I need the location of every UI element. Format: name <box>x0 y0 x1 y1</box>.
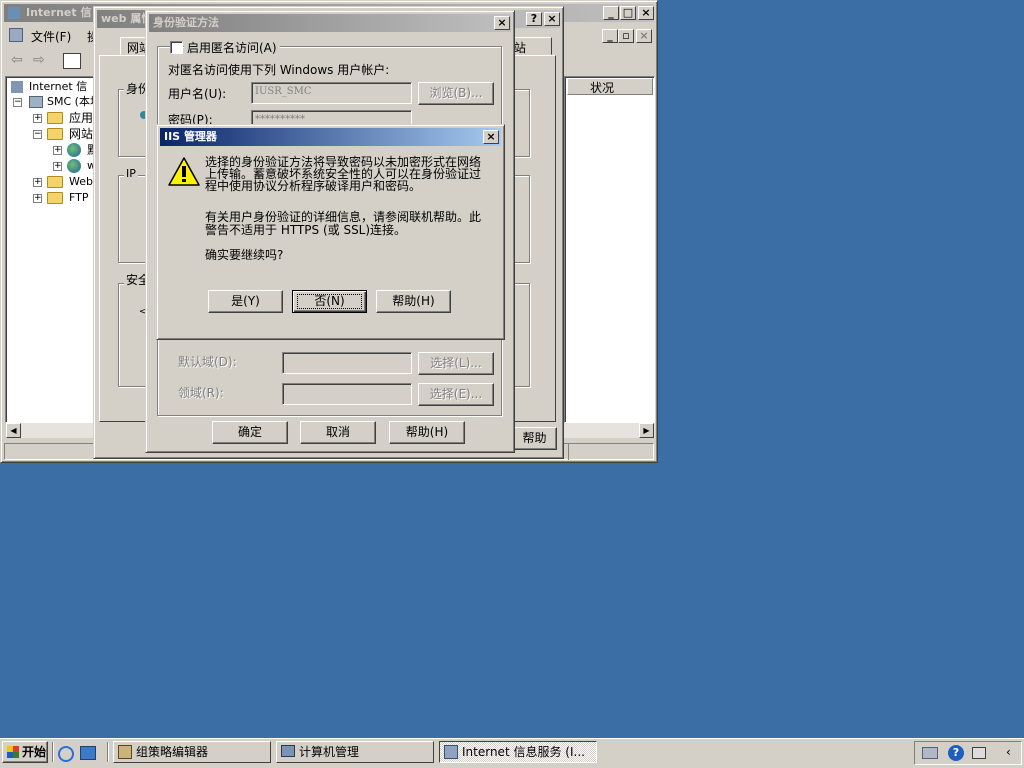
no-button[interactable]: 否(N) <box>292 290 367 313</box>
mdi-minimize-button[interactable]: _ <box>602 29 618 43</box>
anon-checkbox[interactable] <box>170 41 183 54</box>
browse-button[interactable]: 浏览(B)... <box>418 82 494 105</box>
globe-icon <box>67 143 81 157</box>
scroll-right-button[interactable]: ▶ <box>639 423 654 438</box>
show-tree-icon[interactable] <box>63 53 81 69</box>
help-circle-icon[interactable]: ? <box>948 745 964 761</box>
realm-field[interactable] <box>282 383 412 405</box>
select-domain-button[interactable]: 选择(L)... <box>418 352 494 375</box>
mmc-minimize-button[interactable]: _ <box>603 6 619 20</box>
gpedit-icon <box>118 745 132 759</box>
realm-label: 领域(R): <box>178 386 224 400</box>
properties-close-button[interactable]: × <box>544 12 560 26</box>
auth-titlebar[interactable]: 身份验证方法 <box>149 14 511 32</box>
tree-item-apppool[interactable]: 应用 <box>69 110 93 126</box>
tree-expand-default-site[interactable]: + <box>53 146 62 155</box>
tree-root[interactable]: Internet 信 <box>11 79 87 95</box>
show-desktop-icon[interactable] <box>80 746 96 760</box>
list-pane <box>564 76 655 423</box>
iis-task-icon <box>444 745 458 759</box>
tree-collapse-smc[interactable]: − <box>13 98 22 107</box>
tree-collapse-websites[interactable]: − <box>33 130 42 139</box>
tree-expand-apppool[interactable]: + <box>33 114 42 123</box>
task-computer-management[interactable]: 计算机管理 <box>276 741 434 763</box>
tasks-divider <box>107 742 109 762</box>
default-domain-label: 默认域(D): <box>178 355 237 369</box>
windows-logo-icon <box>7 746 19 758</box>
forward-arrow-icon[interactable]: ⇨ <box>33 52 45 68</box>
tree-item-websites[interactable]: 网站 <box>69 126 93 142</box>
printer-icon[interactable] <box>972 747 986 759</box>
iis-message-line: 程中使用协议分析程序破译用户和密码。 <box>205 179 422 193</box>
iis-close-button[interactable]: × <box>483 130 499 144</box>
iis-icon <box>11 81 23 93</box>
task-iis[interactable]: Internet 信息服务 (I... <box>439 741 597 763</box>
group-ip-label: IP <box>124 167 138 180</box>
anon-description: 对匿名访问使用下列 Windows 用户帐户: <box>168 63 390 77</box>
status-column-label: 状况 <box>590 81 615 95</box>
status-bar-divider <box>568 443 569 460</box>
mdi-close-button[interactable]: × <box>636 29 652 43</box>
folder-icon <box>47 128 63 140</box>
select-realm-button[interactable]: 选择(E)... <box>418 383 494 406</box>
computer-icon <box>29 96 43 108</box>
properties-help-button[interactable]: ? <box>526 12 542 26</box>
back-arrow-icon[interactable]: ⇦ <box>11 52 23 68</box>
tree-expand-webext[interactable]: + <box>33 178 42 187</box>
mmc-menu-icon <box>9 28 23 42</box>
mmc-close-button[interactable]: × <box>638 6 654 20</box>
tree-item-ftp[interactable]: FTP <box>69 190 89 206</box>
scroll-left-button[interactable]: ◀ <box>6 423 21 438</box>
iis-help-button[interactable]: 帮助(H) <box>376 290 451 313</box>
tree-expand-ftp[interactable]: + <box>33 194 42 203</box>
network-icon[interactable] <box>922 747 938 759</box>
folder-icon <box>47 192 63 204</box>
menu-file[interactable]: 文件(F) <box>31 28 71 45</box>
iis-warning-dialog: IIS 管理器 × 选择的身份验证方法将导致密码以未加密形式在网络 上传输。蓄意… <box>156 124 505 340</box>
mdi-restore-button[interactable]: ▫ <box>618 29 634 43</box>
username-label: 用户名(U): <box>168 87 227 101</box>
warning-icon <box>168 157 200 186</box>
tree-expand-web[interactable]: + <box>53 162 62 171</box>
username-field[interactable]: IUSR_SMC <box>251 82 412 104</box>
start-button[interactable]: 开始 <box>2 741 48 763</box>
tab-right-label: 站 <box>514 41 527 55</box>
globe-icon <box>67 159 81 173</box>
quicklaunch-divider <box>52 742 54 762</box>
tree-item-webext[interactable]: Web <box>69 174 93 190</box>
iis-info-line: 警告不适用于 HTTPS (或 SSL)连接。 <box>205 223 407 237</box>
iis-question: 确实要继续吗? <box>205 248 284 262</box>
iis-titlebar[interactable]: IIS 管理器 <box>160 128 501 146</box>
cancel-button[interactable]: 取消 <box>300 421 376 444</box>
mmc-title-icon <box>8 7 20 19</box>
help-button[interactable]: 帮助(H) <box>389 421 465 444</box>
auth-close-button[interactable]: × <box>494 16 510 30</box>
default-domain-field[interactable] <box>282 352 412 374</box>
mmc-title: Internet 信 <box>26 6 92 19</box>
ie-icon[interactable] <box>58 746 74 762</box>
yes-button[interactable]: 是(Y) <box>208 290 283 313</box>
tree-item-smc[interactable]: SMC (本地 <box>29 94 101 110</box>
computer-management-icon <box>281 745 295 757</box>
expand-tray-icon[interactable]: ‹ <box>1006 745 1011 759</box>
iis-info: 有关用户身份验证的详细信息，请参阅联机帮助。此 警告不适用于 HTTPS (或 … <box>205 211 497 237</box>
mmc-maximize-button[interactable]: □ <box>620 6 636 20</box>
iis-title: IIS 管理器 <box>164 130 217 143</box>
auth-title: 身份验证方法 <box>153 16 219 29</box>
folder-icon <box>47 112 63 124</box>
folder-icon <box>47 176 63 188</box>
ok-button[interactable]: 确定 <box>212 421 288 444</box>
task-gpedit[interactable]: 组策略编辑器 <box>113 741 271 763</box>
iis-message: 选择的身份验证方法将导致密码以未加密形式在网络 上传输。蓄意破坏系统安全性的人可… <box>205 156 497 192</box>
anon-checkbox-label[interactable]: 启用匿名访问(A) <box>184 39 280 56</box>
